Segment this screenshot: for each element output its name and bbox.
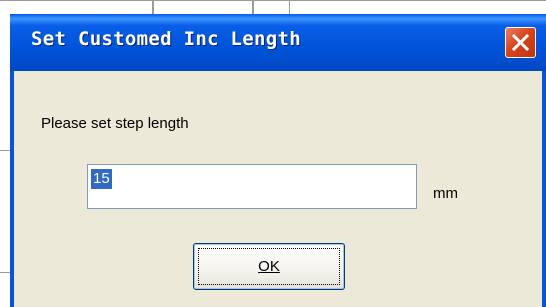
background-divider bbox=[0, 0, 546, 1]
dialog-window: Set Customed Inc Length Please set step … bbox=[10, 14, 546, 307]
background-divider bbox=[252, 0, 254, 14]
prompt-label: Please set step length bbox=[41, 115, 189, 132]
close-icon bbox=[512, 34, 529, 51]
background-divider bbox=[152, 0, 154, 14]
ok-button[interactable]: OK bbox=[193, 243, 345, 290]
unit-label: mm bbox=[433, 185, 458, 202]
step-length-input[interactable]: 15 bbox=[87, 164, 417, 209]
background-divider bbox=[289, 0, 290, 14]
ok-button-label: OK bbox=[258, 258, 280, 275]
title-bar[interactable]: Set Customed Inc Length bbox=[10, 14, 546, 71]
background-divider bbox=[0, 150, 10, 151]
step-length-value: 15 bbox=[91, 169, 112, 189]
background-divider bbox=[0, 272, 10, 273]
close-button[interactable] bbox=[505, 27, 536, 58]
dialog-title: Set Customed Inc Length bbox=[31, 28, 301, 50]
dialog-body: Please set step length 15 mm OK bbox=[14, 71, 542, 307]
